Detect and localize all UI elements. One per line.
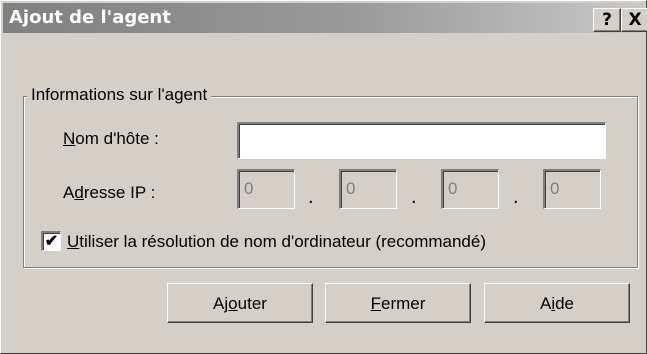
add-label-prefix: Aj bbox=[213, 294, 229, 313]
ip-separator-2: . bbox=[411, 186, 417, 208]
ip-label: Adresse IP : bbox=[63, 183, 155, 203]
hostname-mnemonic: N bbox=[63, 129, 76, 148]
close-icon[interactable]: X bbox=[621, 8, 647, 32]
close-label-rest: ermer bbox=[380, 294, 426, 313]
checkbox-mnemonic: U bbox=[67, 232, 80, 251]
help-icon[interactable]: ? bbox=[593, 8, 621, 32]
ip-label-text: resse IP : bbox=[83, 183, 156, 202]
ip-separator-1: . bbox=[308, 186, 314, 208]
checkbox-label[interactable]: Utiliser la résolution de nom d'ordinate… bbox=[67, 232, 486, 252]
help-button[interactable]: Aide bbox=[484, 283, 630, 323]
ip-mnemonic: d bbox=[74, 183, 84, 202]
ip-octet-1[interactable]: 0 bbox=[237, 169, 295, 209]
hostname-input[interactable] bbox=[237, 122, 606, 159]
hostname-label: Nom d'hôte : bbox=[63, 129, 159, 149]
group-legend: Informations sur l'agent bbox=[27, 85, 212, 105]
help-label-prefix: A bbox=[539, 294, 552, 313]
add-mnemonic: o bbox=[228, 294, 238, 313]
ip-octet-2[interactable]: 0 bbox=[339, 169, 397, 209]
ip-octet-4[interactable]: 0 bbox=[543, 169, 601, 209]
window-title: Ajout de l'agent bbox=[9, 7, 171, 28]
checkbox-label-text: tiliser la résolution de nom d'ordinateu… bbox=[79, 232, 486, 251]
ip-separator-3: . bbox=[513, 186, 519, 208]
add-label-rest: uter bbox=[237, 294, 267, 313]
ip-octet-3[interactable]: 0 bbox=[441, 169, 499, 209]
add-button[interactable]: Ajouter bbox=[167, 283, 313, 323]
close-button[interactable]: Fermer bbox=[325, 283, 471, 323]
add-agent-dialog: Ajout de l'agent ? X Informations sur l'… bbox=[0, 0, 647, 354]
ip-label-prefix: A bbox=[63, 183, 75, 202]
help-label-rest: de bbox=[555, 294, 575, 313]
close-mnemonic: F bbox=[370, 294, 381, 313]
computer-name-resolution-checkbox[interactable]: ✔ bbox=[41, 231, 61, 251]
title-bar[interactable]: Ajout de l'agent ? X bbox=[3, 3, 647, 33]
hostname-label-text: om d'hôte : bbox=[75, 129, 159, 148]
